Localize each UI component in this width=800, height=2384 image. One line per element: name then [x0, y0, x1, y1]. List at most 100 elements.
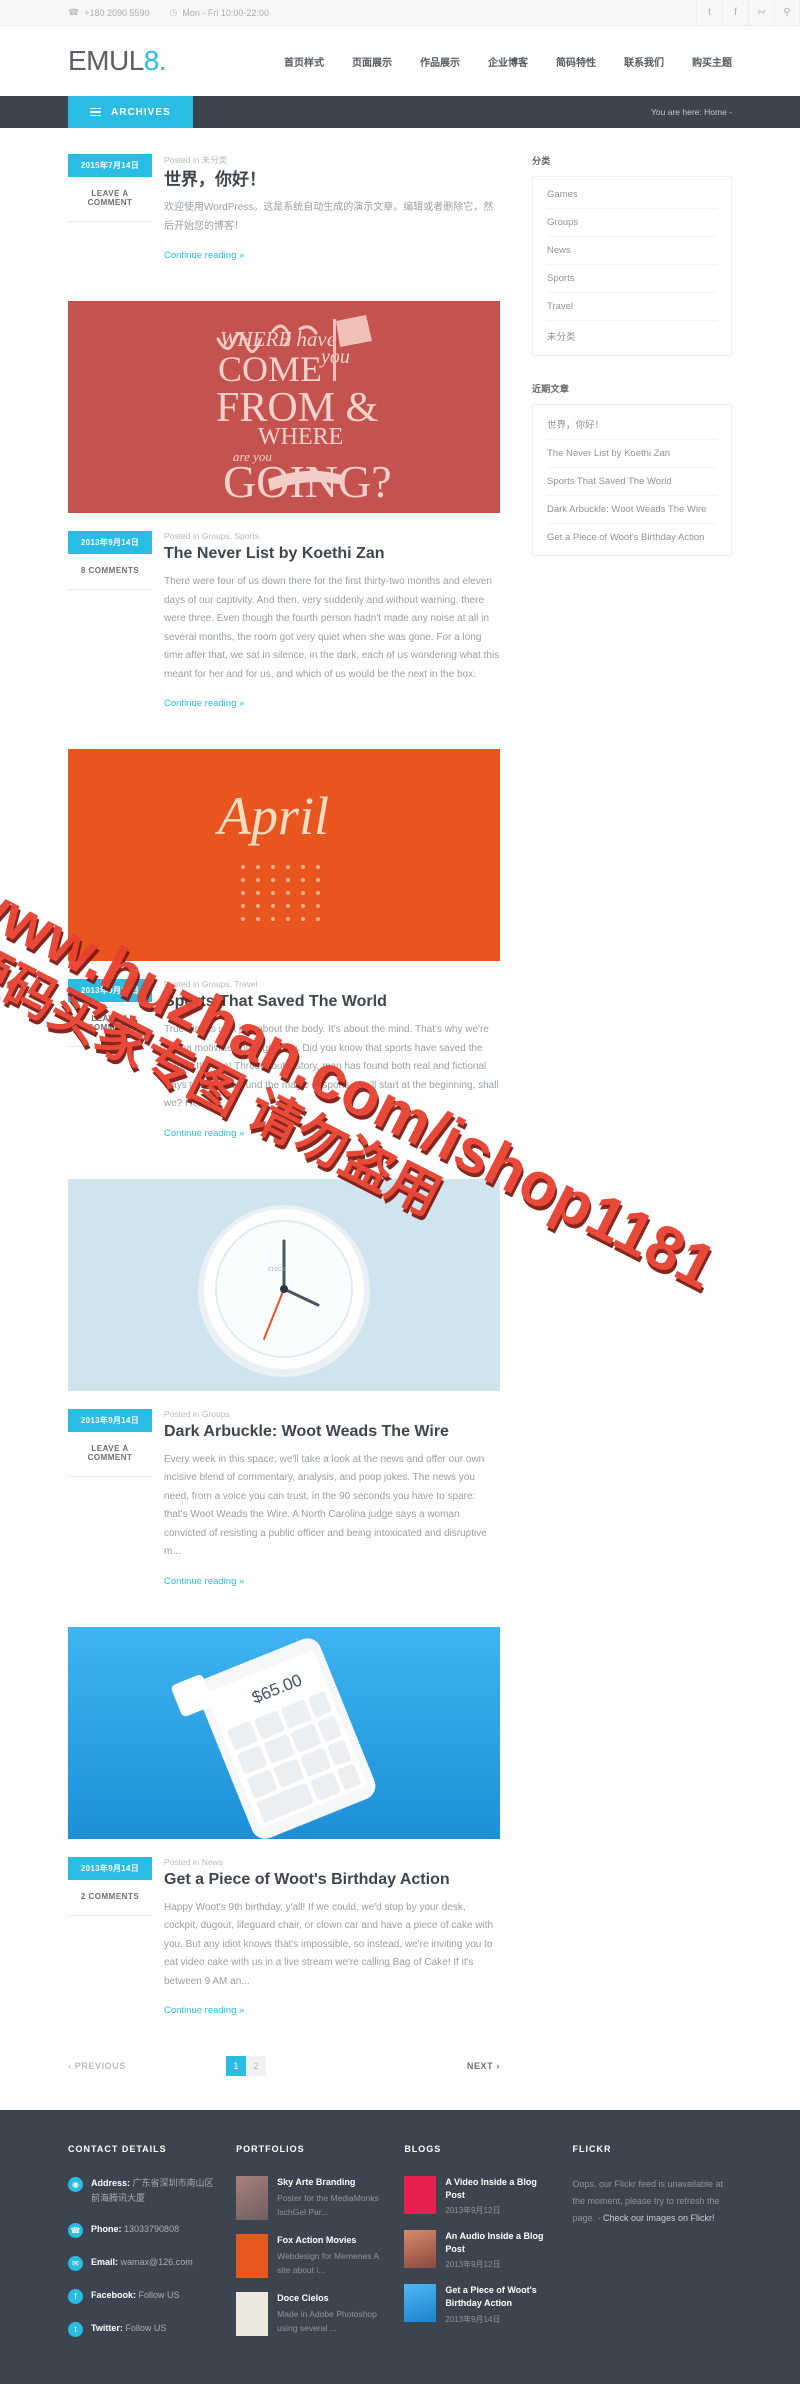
post-body: 2013年9月14日 2 COMMENTS Posted in News Get…: [68, 1856, 500, 2016]
twitter-icon: t: [68, 2322, 83, 2338]
post-text-column: Posted in Groups, Travel Sports That Sav…: [164, 979, 500, 1139]
post-meta-column: 2013年9月14日 LEAVE A COMMENT: [68, 1408, 164, 1587]
social-links: t f ∾ ⚲: [696, 0, 800, 26]
contact-row-email: ✉ Email: wamax@126.com: [68, 2255, 218, 2272]
post-date-badge: 2013年9月14日: [68, 979, 152, 1003]
category-link-games[interactable]: Games: [547, 181, 717, 209]
portfolio-item[interactable]: Sky Arte Branding Poster for the MediaMo…: [236, 2176, 386, 2221]
post-categories[interactable]: Posted in Groups, Travel: [164, 979, 500, 989]
contact-facebook-label: Facebook:: [91, 2290, 137, 2301]
nav-item-shortcodes[interactable]: 简码特性: [556, 54, 596, 69]
post-comment-count[interactable]: LEAVE A COMMENT: [68, 1014, 152, 1048]
post-comment-count[interactable]: LEAVE A COMMENT: [68, 189, 152, 222]
blog-item[interactable]: An Audio Inside a Blog Post 2013年9月12日: [404, 2230, 554, 2270]
post-title[interactable]: The Never List by Koethi Zan: [164, 544, 500, 564]
contact-row-facebook[interactable]: f Facebook: Follow US: [68, 2288, 218, 2305]
contact-phone-value: 13033790808: [124, 2224, 180, 2235]
flickr-link[interactable]: Check our images on Flickr!: [603, 2213, 715, 2223]
continue-reading-link[interactable]: Continue reading »: [164, 698, 244, 709]
pagination-page-1[interactable]: 1: [226, 2056, 247, 2077]
recent-post-link[interactable]: 世界，你好！: [547, 409, 717, 440]
portfolio-item[interactable]: Fox Action Movies Webdesign for Memenes …: [236, 2234, 386, 2279]
contact-row-phone: ☎ Phone: 13033790808: [68, 2222, 218, 2239]
post-featured-image[interactable]: WHERE have COME you FROM & WHERE are you…: [68, 301, 500, 514]
post-meta-column: 2015年7月14日 LEAVE A COMMENT: [68, 154, 164, 261]
blog-name[interactable]: Get a Piece of Woot's Birthday Action: [445, 2284, 554, 2310]
recent-post-link[interactable]: The Never List by Koethi Zan: [547, 440, 717, 468]
nav-item-buy-theme[interactable]: 购买主题: [692, 54, 732, 69]
portfolio-desc: Webdesign for Memenes A site about i...: [277, 2251, 379, 2275]
category-link-sports[interactable]: Sports: [547, 265, 717, 293]
contact-facebook-value[interactable]: Follow US: [139, 2290, 180, 2300]
nav-item-blog[interactable]: 企业博客: [488, 54, 528, 69]
blog-item[interactable]: A Video Inside a Blog Post 2013年9月12日: [404, 2176, 554, 2216]
blog-item[interactable]: Get a Piece of Woot's Birthday Action 20…: [404, 2284, 554, 2324]
contact-row-twitter[interactable]: t Twitter: Follow US: [68, 2321, 218, 2338]
post-comment-count[interactable]: 8 COMMENTS: [68, 566, 152, 591]
contact-twitter-value[interactable]: Follow US: [125, 2323, 166, 2333]
post-body: 2013年9月14日 LEAVE A COMMENT Posted in Gro…: [68, 979, 500, 1139]
breadcrumb: You are here: Home -: [651, 96, 800, 128]
portfolio-name[interactable]: Doce Cielos: [277, 2292, 386, 2305]
facebook-icon[interactable]: f: [722, 0, 748, 26]
recent-post-link[interactable]: Sports That Saved The World: [547, 468, 717, 496]
portfolio-item[interactable]: Doce Cielos Made in Adobe Photoshop usin…: [236, 2292, 386, 2337]
continue-reading-link[interactable]: Continue reading »: [164, 250, 244, 261]
post-categories[interactable]: Posted in Groups, Sports: [164, 531, 500, 541]
post-featured-image[interactable]: CLOCK: [68, 1178, 500, 1391]
pagination-previous[interactable]: ‹ PREVIOUS: [68, 2061, 126, 2071]
blog-date: 2013年9月14日: [445, 2314, 501, 2324]
blog-name[interactable]: A Video Inside a Blog Post: [445, 2176, 554, 2202]
category-link-uncategorized[interactable]: 未分类: [547, 321, 717, 351]
archives-title-button[interactable]: ARCHIVES: [68, 96, 193, 128]
pagination-page-2[interactable]: 2: [246, 2056, 267, 2077]
category-link-news[interactable]: News: [547, 237, 717, 265]
blog-name[interactable]: An Audio Inside a Blog Post: [445, 2230, 554, 2256]
continue-reading-link[interactable]: Continue reading »: [164, 1128, 244, 1139]
recent-post-link[interactable]: Dark Arbuckle: Woot Weads The Wire: [547, 496, 717, 524]
category-link-groups[interactable]: Groups: [547, 209, 717, 237]
categories-widget-title: 分类: [532, 156, 551, 166]
portfolio-name[interactable]: Sky Arte Branding: [277, 2176, 386, 2189]
category-link-travel[interactable]: Travel: [547, 293, 717, 321]
page-root: ☎ +180 2090 5590 ◷ Mon - Fri 10:00-22:00…: [0, 0, 800, 2384]
nav-item-portfolio[interactable]: 作品展示: [420, 54, 460, 69]
site-logo[interactable]: EMUL8.: [68, 45, 167, 77]
nav-item-home-styles[interactable]: 首页样式: [284, 54, 324, 69]
contact-twitter-label: Twitter:: [91, 2323, 123, 2334]
post-featured-image[interactable]: $65.00: [68, 1626, 500, 1839]
nav-item-contact[interactable]: 联系我们: [624, 54, 664, 69]
post-categories[interactable]: Posted in News: [164, 1857, 500, 1867]
post-comment-count[interactable]: 2 COMMENTS: [68, 1892, 152, 1916]
nav-item-pages[interactable]: 页面展示: [352, 54, 392, 69]
recent-posts-widget: 世界，你好！ The Never List by Koethi Zan Spor…: [532, 404, 732, 556]
post-title[interactable]: Dark Arbuckle: Woot Weads The Wire: [164, 1422, 500, 1442]
continue-reading-link[interactable]: Continue reading »: [164, 1576, 244, 1587]
continue-reading-link[interactable]: Continue reading »: [164, 2005, 244, 2016]
post-categories[interactable]: Posted in 未分类: [164, 154, 500, 166]
map-pin-icon: ◉: [68, 2177, 83, 2193]
search-icon[interactable]: ⚲: [774, 0, 800, 26]
portfolio-desc: Made in Adobe Photoshop using several ..…: [277, 2309, 377, 2333]
post-text-column: Posted in 未分类 世界，你好！ 欢迎使用WordPress。这是系统自…: [164, 154, 500, 261]
archives-label: ARCHIVES: [111, 106, 171, 118]
pagination-next[interactable]: NEXT ›: [467, 2061, 500, 2071]
post-title[interactable]: Sports That Saved The World: [164, 992, 500, 1012]
post-comment-count[interactable]: LEAVE A COMMENT: [68, 1444, 152, 1477]
post-date-badge: 2013年9月14日: [68, 1856, 152, 1880]
footer-flickr-title: FLICKR: [572, 2144, 612, 2155]
post-categories[interactable]: Posted in Groups: [164, 1409, 500, 1419]
post-item: April 2013年9月14日 LEAVE A COMMENT Posted …: [68, 749, 500, 1139]
categories-widget: Games Groups News Sports Travel 未分类: [532, 176, 732, 356]
post-featured-image[interactable]: April: [68, 749, 500, 962]
tumblr-icon[interactable]: t: [696, 0, 722, 26]
pagination: ‹ PREVIOUS 1 2 NEXT ›: [68, 2056, 500, 2077]
topbar-hours-text: Mon - Fri 10:00-22:00: [182, 7, 269, 18]
portfolio-name[interactable]: Fox Action Movies: [277, 2234, 386, 2247]
recent-post-link[interactable]: Get a Piece of Woot's Birthday Action: [547, 524, 717, 551]
post-title[interactable]: Get a Piece of Woot's Birthday Action: [164, 1870, 500, 1890]
poster-artwork: WHERE have COME you FROM & WHERE are you…: [68, 301, 500, 514]
post-title[interactable]: 世界，你好！: [164, 169, 500, 190]
blog-thumbnail: [404, 2230, 437, 2269]
rss-icon[interactable]: ∾: [748, 0, 774, 26]
